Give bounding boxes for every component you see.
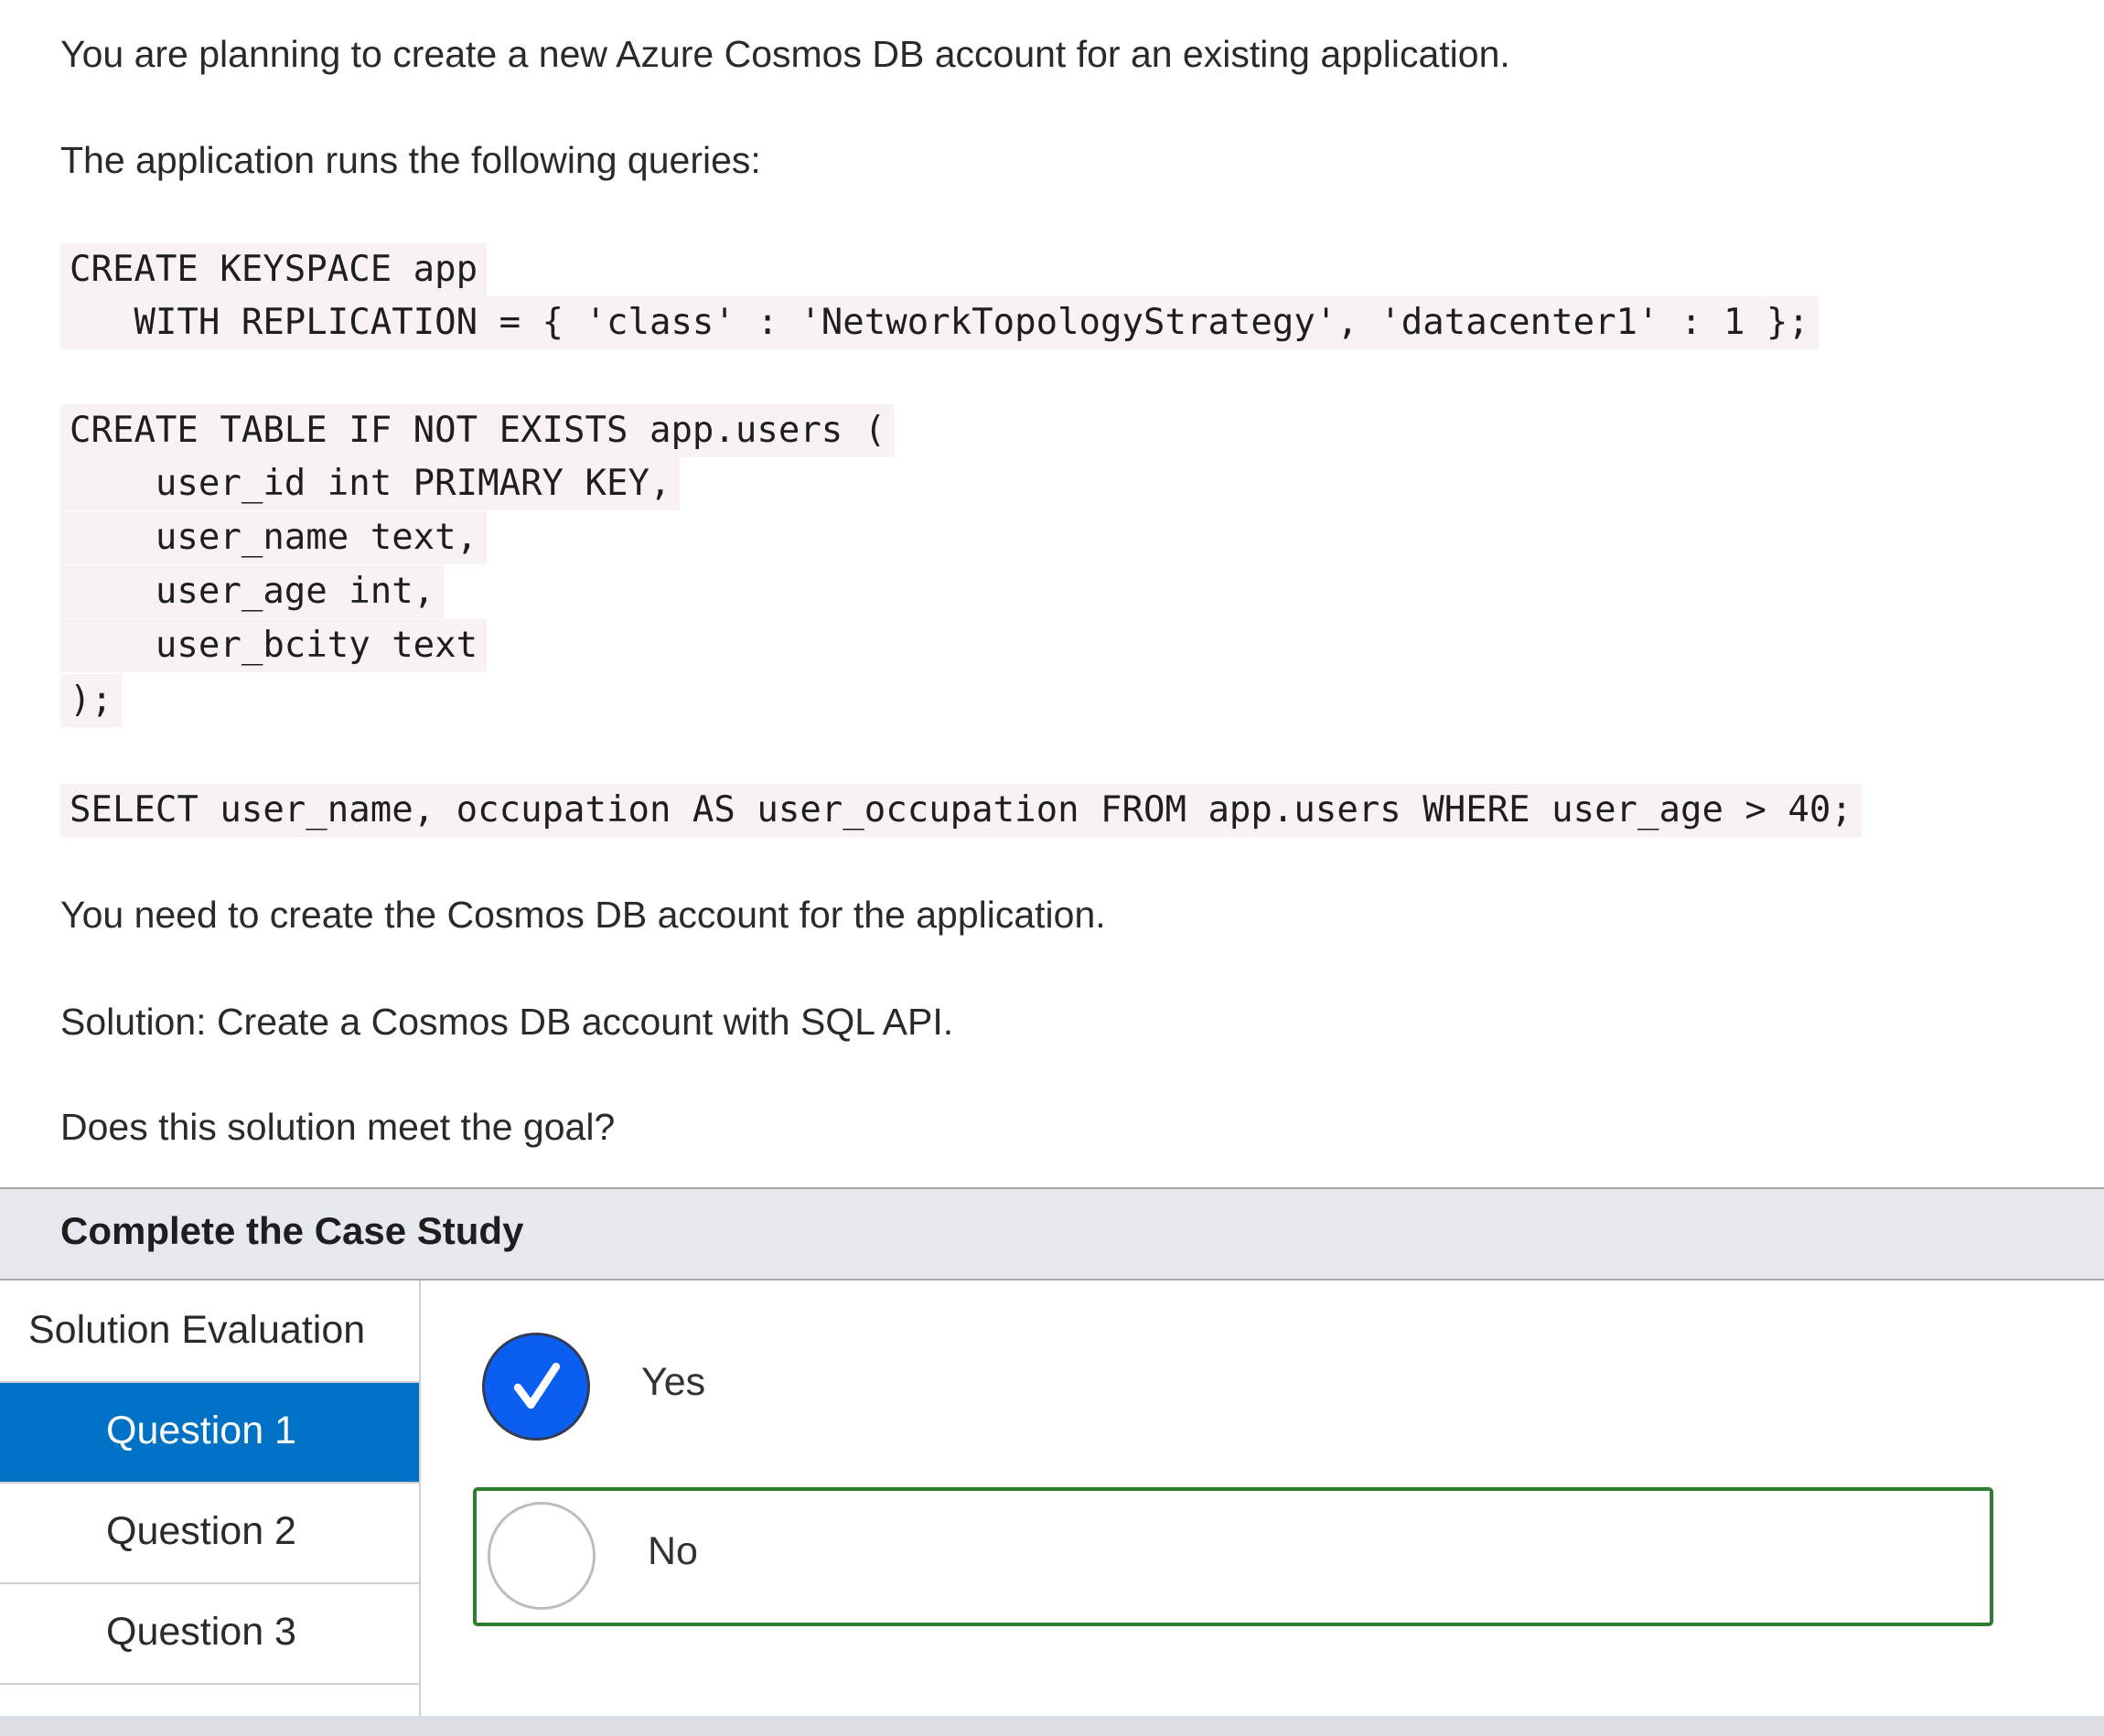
case-study-header: Complete the Case Study — [0, 1189, 2104, 1281]
need-statement: You need to create the Cosmos DB account… — [60, 894, 1106, 936]
code-table-line-5: user_bcity text — [60, 619, 488, 672]
queries-intro: The application runs the following queri… — [60, 139, 761, 181]
nav-item-label: Question 3 — [106, 1610, 296, 1654]
code-table-line-1: CREATE TABLE IF NOT EXISTS app.users ( — [60, 404, 896, 457]
checkmark-icon — [513, 1362, 561, 1409]
radio-checked[interactable] — [482, 1333, 590, 1441]
goal-prompt: Does this solution meet the goal? — [60, 1106, 616, 1148]
code-keyspace-line-1: CREATE KEYSPACE app — [60, 243, 488, 296]
answer-label-yes: Yes — [641, 1360, 706, 1404]
answer-option-no[interactable]: No — [488, 1500, 1979, 1615]
nav-item-label: Question 1 — [106, 1409, 296, 1452]
code-table-line-3: user_name text, — [60, 511, 488, 564]
question-nav: Solution Evaluation Question 1 Question … — [0, 1281, 421, 1716]
code-table-line-2: user_id int PRIMARY KEY, — [60, 457, 681, 510]
code-table-line-4: user_age int, — [60, 565, 445, 618]
answer-label-no: No — [648, 1529, 698, 1573]
nav-item-question-2[interactable]: Question 2 — [0, 1484, 419, 1584]
code-table-line-6: ); — [60, 674, 122, 727]
radio-unchecked[interactable] — [488, 1502, 596, 1610]
nav-header-label: Solution Evaluation — [28, 1308, 366, 1352]
nav-item-label: Question 2 — [106, 1509, 296, 1553]
solution-statement: Solution: Create a Cosmos DB account wit… — [60, 1001, 954, 1043]
code-select-line: SELECT user_name, occupation AS user_occ… — [60, 784, 1862, 837]
nav-header: Solution Evaluation — [0, 1281, 419, 1383]
question-intro: You are planning to create a new Azure C… — [60, 33, 1510, 75]
case-study-title: Complete the Case Study — [60, 1209, 524, 1252]
nav-item-question-3[interactable]: Question 3 — [0, 1584, 419, 1685]
code-keyspace-line-2: WITH REPLICATION = { 'class' : 'NetworkT… — [60, 296, 1819, 349]
answer-option-yes[interactable]: Yes — [482, 1329, 1982, 1444]
nav-item-question-1[interactable]: Question 1 — [0, 1383, 419, 1484]
bottom-bar — [0, 1716, 2104, 1736]
